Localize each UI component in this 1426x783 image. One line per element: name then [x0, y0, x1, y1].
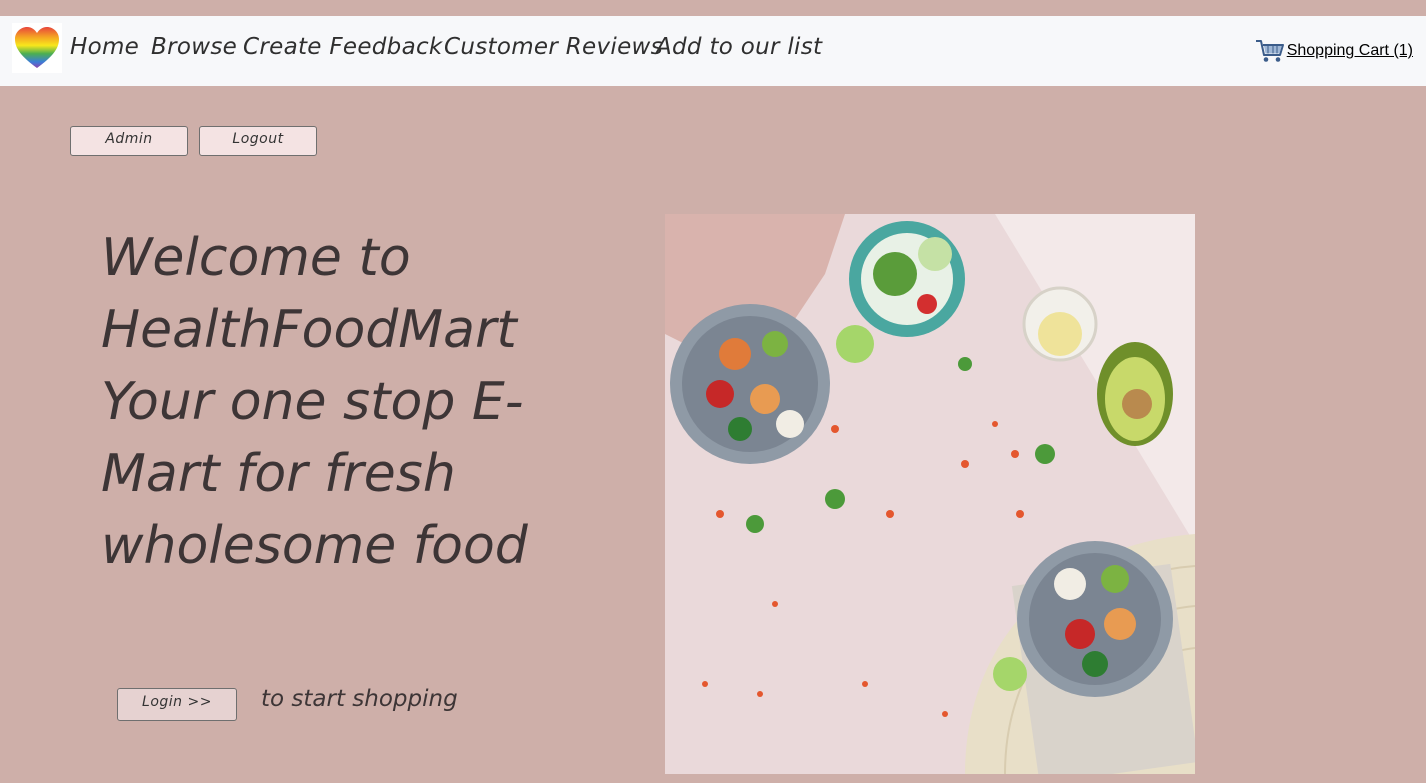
nav-browse-link[interactable]: Browse: [151, 34, 237, 60]
shopping-cart-link[interactable]: Shopping Cart (1): [1255, 38, 1413, 64]
cart-label[interactable]: Shopping Cart (1): [1287, 42, 1413, 60]
welcome-line: wholesome food: [101, 516, 528, 576]
welcome-line: Welcome to: [101, 228, 411, 288]
welcome-line: HealthFoodMart: [101, 300, 517, 360]
welcome-line: Mart for fresh: [101, 444, 456, 504]
login-tagline: to start shopping: [261, 686, 458, 712]
nav-add-to-list-link[interactable]: Add to our list: [656, 34, 822, 60]
navbar: Home Browse Create Feedback Customer Rev…: [0, 16, 1426, 86]
logout-button[interactable]: Logout: [199, 126, 317, 156]
food-bowls-photo: [665, 214, 1195, 774]
admin-button[interactable]: Admin: [70, 126, 188, 156]
welcome-heading: Welcome to HealthFoodMart Your one stop …: [101, 222, 551, 582]
nav-create-feedback-link[interactable]: Create Feedback: [243, 34, 443, 60]
welcome-line: Your one stop E-: [101, 372, 524, 432]
shopping-cart-icon: [1255, 40, 1284, 62]
nav-customer-reviews-link[interactable]: Customer Reviews: [444, 34, 663, 60]
rainbow-heart-icon[interactable]: [12, 23, 62, 73]
login-button[interactable]: Login >>: [117, 688, 237, 721]
nav-home-link[interactable]: Home: [70, 34, 139, 60]
